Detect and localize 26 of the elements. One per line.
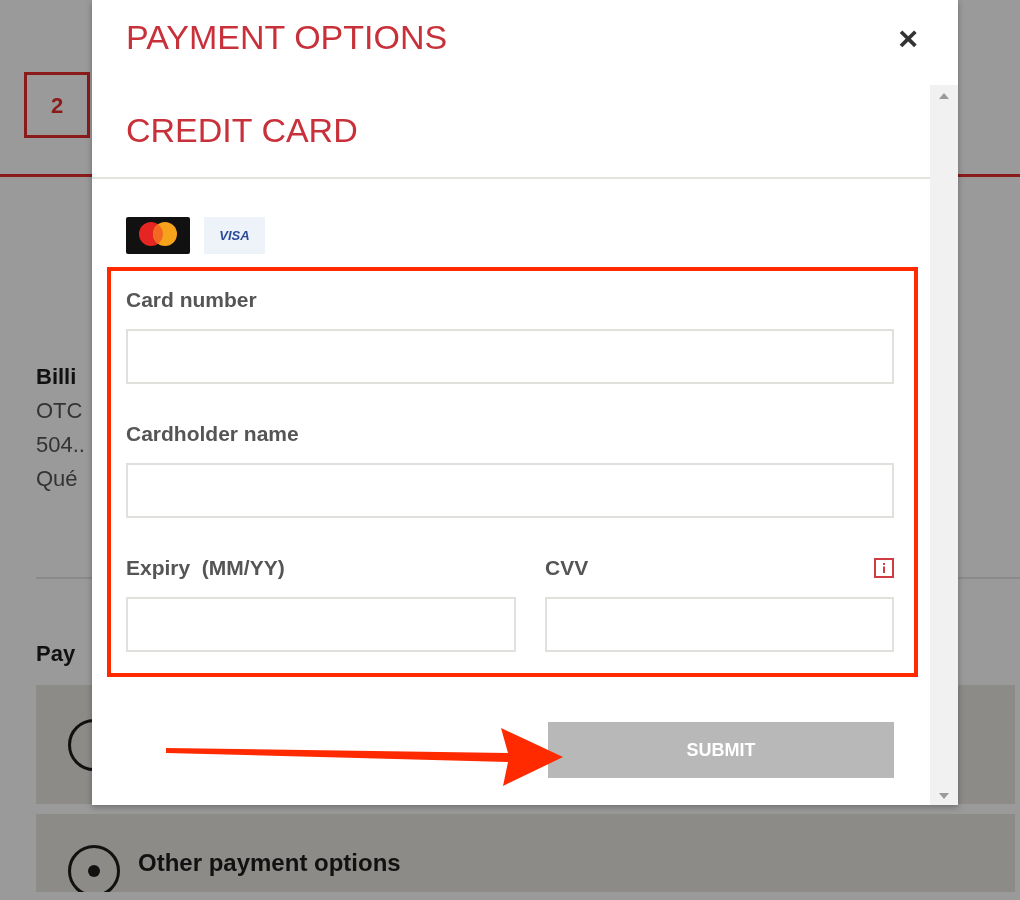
input-field[interactable] <box>126 463 894 518</box>
field-label: Cardholder name <box>126 421 299 446</box>
field-label: Expiry (MM/YY) <box>126 555 285 580</box>
radio-button[interactable] <box>68 845 120 892</box>
billing-address-line: 504.. <box>36 431 85 459</box>
input-field[interactable] <box>126 597 516 652</box>
scroll-up-icon[interactable] <box>939 93 949 99</box>
scrollbar[interactable] <box>930 85 958 805</box>
payment-option-row[interactable]: Other payment options <box>36 814 1015 892</box>
close-button[interactable]: × <box>894 20 922 55</box>
billing-address-line: OTC <box>36 397 83 425</box>
payment-title: Pay <box>36 640 77 668</box>
option-label: Other payment options <box>138 848 401 878</box>
scroll-down-icon[interactable] <box>939 793 949 799</box>
billing-address-line: Qué <box>36 465 78 493</box>
modal-title: PAYMENT OPTIONS <box>126 17 448 58</box>
card-brand-logo: VISA <box>204 217 265 254</box>
input-field[interactable] <box>545 597 894 652</box>
card-brand-logo <box>126 217 190 254</box>
info-icon[interactable] <box>874 557 894 578</box>
step-number-box: 2 <box>24 72 90 138</box>
field-label: Card number <box>126 287 257 312</box>
input-field[interactable] <box>126 329 894 384</box>
section-title: CREDIT CARD <box>125 110 359 151</box>
billing-title: Billi <box>36 363 77 391</box>
field-label: CVV <box>545 555 589 580</box>
